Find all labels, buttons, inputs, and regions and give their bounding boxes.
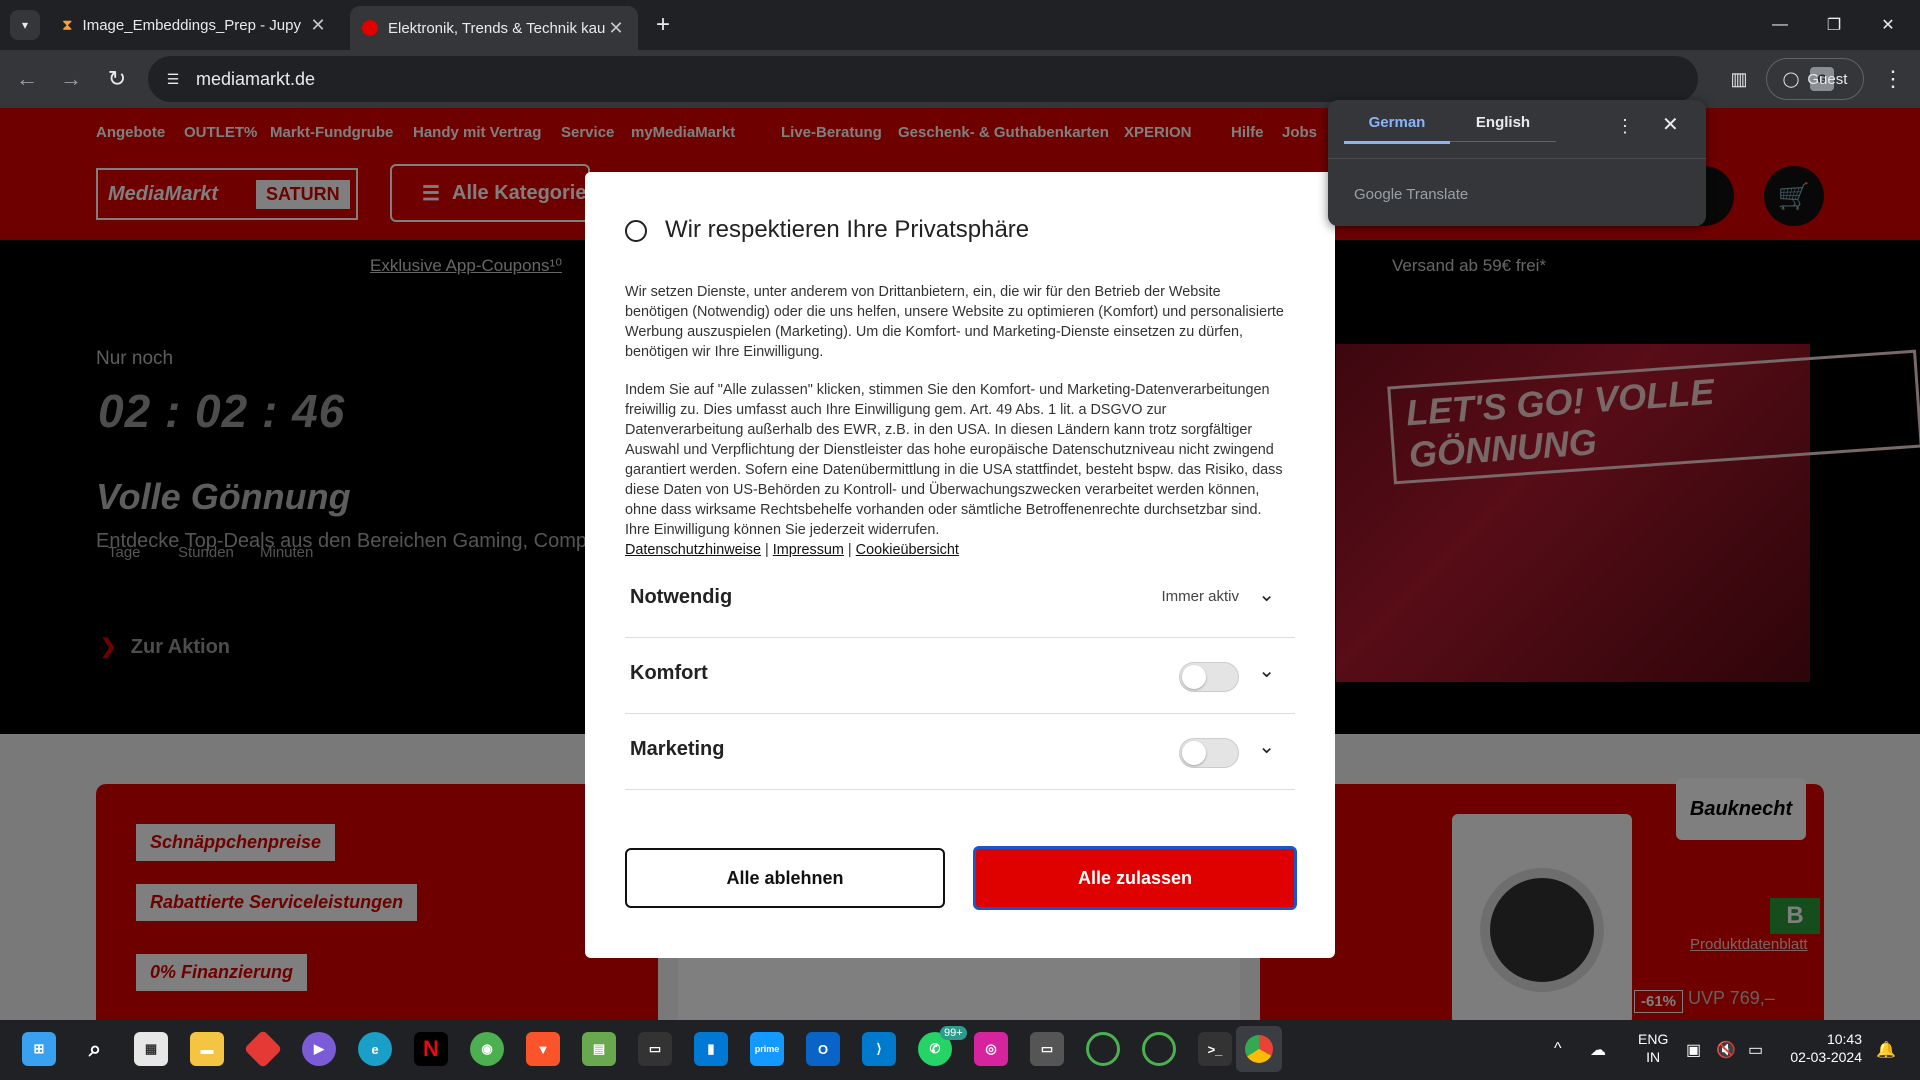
tablet-app-icon[interactable]: ▮ bbox=[694, 1032, 728, 1066]
region-code: IN bbox=[1646, 1049, 1661, 1065]
cookie-icon bbox=[625, 220, 647, 242]
section-marketing[interactable]: Marketing ⌄ bbox=[625, 714, 1295, 790]
tab-mediamarkt[interactable]: Elektronik, Trends & Technik kau ✕ bbox=[350, 6, 638, 50]
translate-brand: Google Translate bbox=[1354, 186, 1469, 203]
chevron-up-icon[interactable]: ^ bbox=[1554, 1040, 1562, 1058]
app-window-icon[interactable]: ▭ bbox=[1030, 1032, 1064, 1066]
dialog-title: Wir respektieren Ihre Privatsphäre bbox=[665, 216, 1030, 243]
consent-text-2: Indem Sie auf "Alle zulassen" klicken, s… bbox=[625, 382, 1283, 538]
tab-title: Image_Embeddings_Prep - Jupy bbox=[82, 16, 301, 34]
site-info-icon[interactable]: ☰ bbox=[162, 68, 184, 90]
close-icon[interactable]: ✕ bbox=[1662, 112, 1679, 137]
minimize-button[interactable]: — bbox=[1760, 8, 1800, 42]
chevron-down-icon[interactable]: ⌄ bbox=[1258, 734, 1275, 759]
vscode-icon[interactable]: ⟩ bbox=[862, 1032, 896, 1066]
back-button[interactable]: ← bbox=[10, 62, 44, 96]
profile-label: Guest bbox=[1807, 70, 1848, 88]
store-icon[interactable]: ▦ bbox=[134, 1032, 168, 1066]
battery-icon[interactable]: ▭ bbox=[1748, 1040, 1763, 1060]
imprint-link[interactable]: Impressum bbox=[773, 542, 844, 558]
person-icon: ◯ bbox=[1782, 71, 1800, 88]
tab-jupyter[interactable]: ⧗ Image_Embeddings_Prep - Jupy ✕ bbox=[50, 8, 340, 42]
search-icon[interactable]: ⌕ bbox=[78, 1032, 112, 1066]
clock-time: 10:43 bbox=[1826, 1031, 1862, 1047]
language-code: ENG bbox=[1638, 1031, 1669, 1047]
notification-bell-icon[interactable]: 🔔 bbox=[1876, 1040, 1896, 1060]
close-window-button[interactable]: ✕ bbox=[1868, 8, 1908, 42]
always-active-label: Immer aktiv bbox=[1161, 588, 1239, 605]
reload-button[interactable]: ↻ bbox=[100, 62, 134, 96]
prime-video-icon[interactable]: prime bbox=[750, 1032, 784, 1066]
taskbar: ⊞ ⌕ ▦ ▬ ▶ e N ◉ ▼ ▤ ▭ ▮ prime O ⟩ ✆ 99+ … bbox=[0, 1020, 1920, 1080]
tab-title: Elektronik, Trends & Technik kau bbox=[388, 19, 606, 37]
section-label: Marketing bbox=[630, 738, 725, 760]
network-icon[interactable]: ▣ bbox=[1686, 1040, 1701, 1060]
outlook-icon[interactable]: O bbox=[806, 1032, 840, 1066]
chart-app-icon[interactable]: ▤ bbox=[582, 1032, 616, 1066]
forward-button[interactable]: → bbox=[54, 62, 88, 96]
cookie-overview-link[interactable]: Cookieübersicht bbox=[856, 542, 959, 558]
tab-english[interactable]: English bbox=[1450, 114, 1556, 142]
profile-button[interactable]: ◯ Guest bbox=[1766, 58, 1864, 100]
chrome-active-icon[interactable] bbox=[1236, 1026, 1282, 1072]
hourglass-icon: ⧗ bbox=[62, 16, 73, 34]
section-notwendig[interactable]: Notwendig Immer aktiv ⌄ bbox=[625, 562, 1295, 638]
divider bbox=[1328, 158, 1706, 159]
menu-icon[interactable]: ⋮ bbox=[1876, 62, 1910, 96]
mediamarkt-favicon bbox=[362, 20, 378, 36]
language-indicator[interactable]: ENG IN bbox=[1638, 1030, 1668, 1066]
accept-all-button[interactable]: Alle zulassen bbox=[973, 846, 1297, 910]
chrome-icon[interactable]: ◉ bbox=[470, 1032, 504, 1066]
chevron-down-icon[interactable]: ⌄ bbox=[1258, 582, 1275, 607]
terminal-window-icon[interactable]: ▭ bbox=[638, 1032, 672, 1066]
clock-date: 02-03-2024 bbox=[1790, 1049, 1862, 1065]
terminal-icon[interactable]: >_ bbox=[1198, 1032, 1232, 1066]
netflix-icon[interactable]: N bbox=[414, 1032, 448, 1066]
reject-all-button[interactable]: Alle ablehnen bbox=[625, 848, 945, 908]
more-options-icon[interactable]: ⋮ bbox=[1616, 116, 1634, 137]
tab-bar: ▾ ⧗ Image_Embeddings_Prep - Jupy ✕ Elekt… bbox=[0, 0, 1920, 50]
volume-muted-icon[interactable]: 🔇 bbox=[1716, 1040, 1736, 1060]
section-komfort[interactable]: Komfort ⌄ bbox=[625, 638, 1295, 714]
sync-app-icon-2[interactable] bbox=[1142, 1032, 1176, 1066]
new-tab-button[interactable]: + bbox=[648, 8, 678, 42]
side-panel-icon[interactable]: ▥ bbox=[1722, 62, 1756, 96]
privacy-link[interactable]: Datenschutzhinweise bbox=[625, 542, 761, 558]
windows-start-icon[interactable]: ⊞ bbox=[22, 1032, 56, 1066]
sync-app-icon[interactable] bbox=[1086, 1032, 1120, 1066]
section-label: Notwendig bbox=[630, 586, 733, 608]
close-tab-icon[interactable]: ✕ bbox=[308, 15, 328, 36]
cloud-icon[interactable]: ☁ bbox=[1590, 1040, 1606, 1060]
copilot-icon[interactable]: ▶ bbox=[302, 1032, 336, 1066]
clock[interactable]: 10:43 02-03-2024 bbox=[1782, 1030, 1862, 1066]
notification-badge: 99+ bbox=[940, 1026, 967, 1040]
translate-popup: German English ⋮ ✕ Google Translate bbox=[1328, 100, 1706, 226]
cookie-consent-dialog: Wir respektieren Ihre Privatsphäre Wir s… bbox=[585, 172, 1335, 958]
instagram-icon[interactable]: ◎ bbox=[974, 1032, 1008, 1066]
app-diamond-icon[interactable] bbox=[243, 1029, 283, 1069]
chevron-down-icon[interactable]: ⌄ bbox=[1258, 658, 1275, 683]
komfort-toggle[interactable] bbox=[1179, 662, 1239, 692]
section-label: Komfort bbox=[630, 662, 708, 684]
address-bar[interactable]: ☰ mediamarkt.de G bbox=[148, 56, 1834, 102]
file-explorer-icon[interactable]: ▬ bbox=[190, 1032, 224, 1066]
marketing-toggle[interactable] bbox=[1179, 738, 1239, 768]
url-text: mediamarkt.de bbox=[196, 69, 316, 89]
tab-german[interactable]: German bbox=[1344, 114, 1450, 144]
restore-button[interactable]: ❐ bbox=[1814, 8, 1854, 42]
edge-icon[interactable]: e bbox=[358, 1032, 392, 1066]
tab-search-icon[interactable]: ▾ bbox=[10, 10, 40, 40]
legal-links: Datenschutzhinweise | Impressum | Cookie… bbox=[625, 542, 959, 558]
consent-text-1: Wir setzen Dienste, unter anderem von Dr… bbox=[625, 284, 1284, 360]
close-tab-icon[interactable]: ✕ bbox=[606, 18, 626, 39]
brave-icon[interactable]: ▼ bbox=[526, 1032, 560, 1066]
